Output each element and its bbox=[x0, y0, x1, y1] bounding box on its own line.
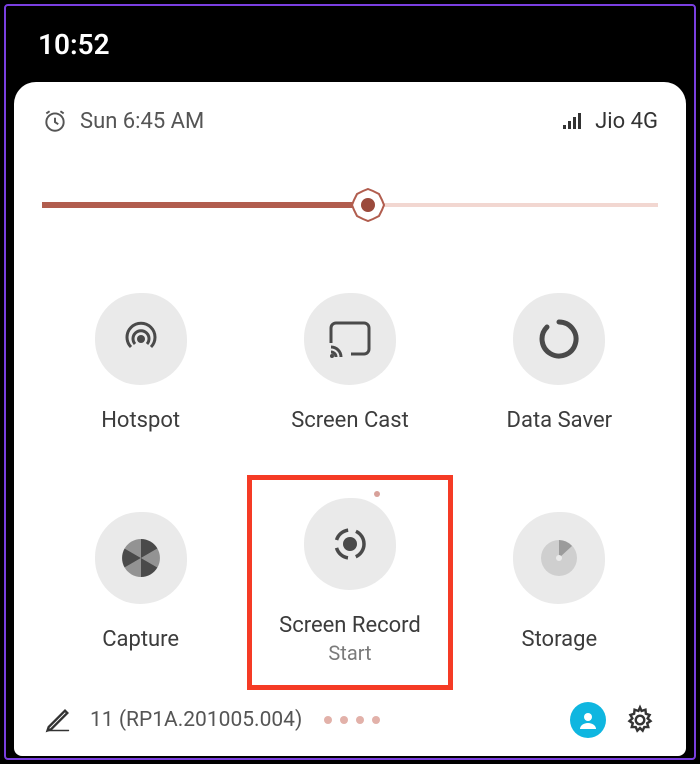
user-avatar[interactable] bbox=[570, 702, 606, 738]
tile-label: Hotspot bbox=[101, 407, 180, 435]
settings-icon[interactable] bbox=[624, 704, 656, 736]
signal-icon bbox=[563, 111, 585, 131]
capture-icon bbox=[95, 512, 187, 604]
storage-icon bbox=[513, 512, 605, 604]
alarm-icon bbox=[42, 108, 68, 134]
tile-label: Data Saver bbox=[507, 407, 613, 435]
page-indicator[interactable] bbox=[324, 716, 380, 724]
quick-settings-panel: Sun 6:45 AM Jio 4G bbox=[14, 82, 686, 756]
quick-tiles-grid: Hotspot Screen Cast Data Saver bbox=[42, 260, 658, 686]
screen-cast-icon bbox=[304, 293, 396, 385]
tile-data-saver[interactable]: Data Saver bbox=[461, 260, 658, 467]
tile-screen-record[interactable]: Screen Record Start bbox=[251, 479, 448, 686]
hotspot-icon bbox=[95, 293, 187, 385]
data-saver-icon bbox=[513, 293, 605, 385]
tile-storage[interactable]: Storage bbox=[461, 479, 658, 686]
brightness-thumb-icon[interactable] bbox=[351, 188, 385, 222]
tile-hotspot[interactable]: Hotspot bbox=[42, 260, 239, 467]
tile-label: Screen Cast bbox=[291, 407, 409, 435]
tile-capture[interactable]: Capture bbox=[42, 479, 239, 686]
status-day-time: Sun 6:45 AM bbox=[80, 109, 204, 134]
carrier-label: Jio 4G bbox=[595, 109, 658, 134]
tile-sublabel: Start bbox=[328, 641, 371, 665]
tile-label: Screen Record Start bbox=[279, 612, 421, 667]
device-clock: 10:52 bbox=[38, 28, 110, 61]
brightness-slider[interactable] bbox=[42, 190, 658, 220]
tile-screen-cast[interactable]: Screen Cast bbox=[251, 260, 448, 467]
tile-label: Capture bbox=[102, 626, 179, 654]
screen-record-icon bbox=[304, 498, 396, 590]
edit-icon[interactable] bbox=[44, 706, 72, 734]
tile-indicator-dot bbox=[374, 491, 380, 497]
build-label: 11 (RP1A.201005.004) bbox=[90, 708, 302, 732]
tile-label: Storage bbox=[522, 626, 598, 654]
